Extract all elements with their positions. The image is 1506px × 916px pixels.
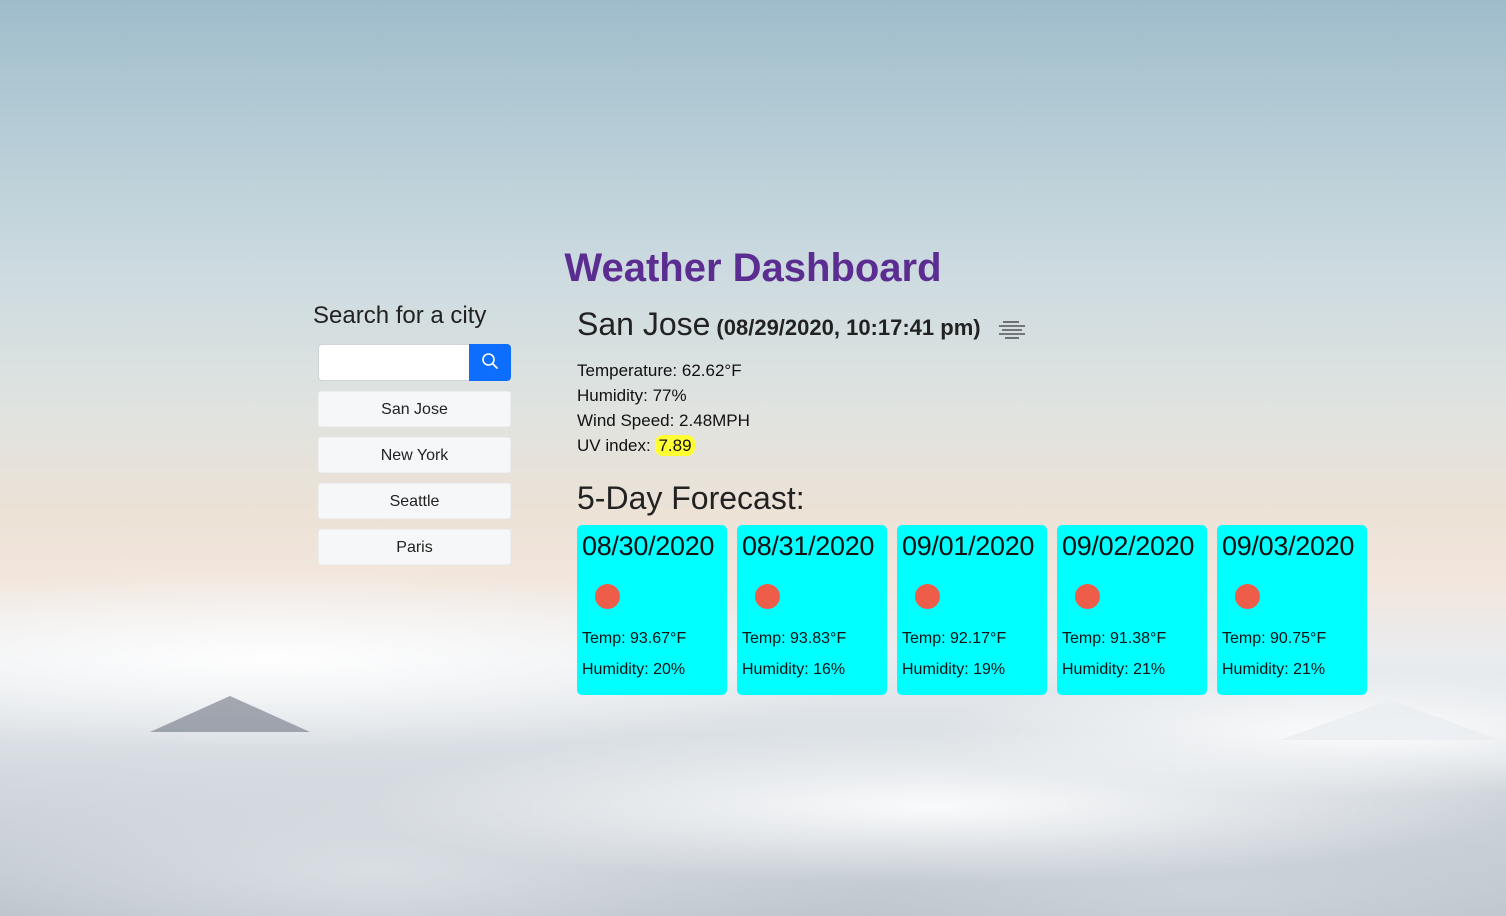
uv-index-label: UV index: bbox=[577, 436, 651, 455]
city-search-input[interactable] bbox=[318, 344, 469, 381]
forecast-temp: Temp: 90.75°F bbox=[1222, 630, 1327, 647]
search-button[interactable] bbox=[469, 344, 511, 381]
current-date: (08/29/2020, 10:17:41 pm) bbox=[716, 315, 981, 340]
forecast-humidity: Humidity: 20% bbox=[582, 661, 686, 678]
search-heading: Search for a city bbox=[313, 302, 487, 329]
mist-icon bbox=[997, 319, 1027, 344]
background-mountain bbox=[150, 696, 310, 732]
current-city-name: San Jose bbox=[577, 306, 711, 342]
temperature-value: Temperature: 62.62°F bbox=[577, 361, 742, 380]
forecast-heading: 5-Day Forecast: bbox=[577, 480, 805, 516]
forecast-temp: Temp: 92.17°F bbox=[902, 630, 1007, 647]
search-history-list: San Jose New York Seattle Paris bbox=[318, 391, 511, 565]
forecast-temp: Temp: 93.67°F bbox=[582, 630, 687, 647]
forecast-card: 08/30/2020 Temp: 93.67°F Humidity: 20% bbox=[577, 525, 727, 695]
forecast-card: 09/03/2020 Temp: 90.75°F Humidity: 21% bbox=[1217, 525, 1367, 695]
forecast-card: 08/31/2020 Temp: 93.83°F Humidity: 16% bbox=[737, 525, 887, 695]
sun-icon bbox=[915, 584, 940, 609]
forecast-cards: 08/30/2020 Temp: 93.67°F Humidity: 20% 0… bbox=[577, 525, 1377, 695]
forecast-temp: Temp: 91.38°F bbox=[1062, 630, 1167, 647]
forecast-date: 08/30/2020 bbox=[582, 531, 715, 561]
current-weather-panel: San Jose (08/29/2020, 10:17:41 pm) Tempe… bbox=[577, 306, 1377, 695]
search-icon bbox=[481, 352, 499, 373]
current-weather-stats: Temperature: 62.62°F Humidity: 77% Wind … bbox=[577, 358, 1377, 458]
sun-icon bbox=[755, 584, 780, 609]
forecast-card: 09/01/2020 Temp: 92.17°F Humidity: 19% bbox=[897, 525, 1047, 695]
search-bar bbox=[318, 344, 511, 381]
history-city-button[interactable]: New York bbox=[318, 437, 511, 473]
forecast-date: 09/02/2020 bbox=[1062, 531, 1195, 561]
history-city-button[interactable]: Seattle bbox=[318, 483, 511, 519]
sun-icon bbox=[595, 584, 620, 609]
forecast-humidity: Humidity: 16% bbox=[742, 661, 846, 678]
sun-icon bbox=[1075, 584, 1100, 609]
forecast-temp: Temp: 93.83°F bbox=[742, 630, 847, 647]
uv-index-badge: 7.89 bbox=[655, 435, 695, 456]
sun-icon bbox=[1235, 584, 1260, 609]
forecast-date: 09/03/2020 bbox=[1222, 531, 1355, 561]
humidity-value: Humidity: 77% bbox=[577, 386, 687, 405]
forecast-humidity: Humidity: 21% bbox=[1062, 661, 1166, 678]
forecast-humidity: Humidity: 21% bbox=[1222, 661, 1326, 678]
search-panel: Search for a city San Jose New York Seat… bbox=[313, 302, 513, 575]
uv-index-row: UV index: 7.89 bbox=[577, 433, 1377, 458]
forecast-humidity: Humidity: 19% bbox=[902, 661, 1006, 678]
forecast-date: 09/01/2020 bbox=[902, 531, 1035, 561]
history-city-button[interactable]: San Jose bbox=[318, 391, 511, 427]
wind-speed-value: Wind Speed: 2.48MPH bbox=[577, 411, 750, 430]
current-weather-header: San Jose (08/29/2020, 10:17:41 pm) bbox=[577, 306, 1377, 348]
forecast-date: 08/31/2020 bbox=[742, 531, 875, 561]
background-mountain bbox=[1280, 700, 1500, 740]
page-title: Weather Dashboard bbox=[564, 246, 942, 290]
forecast-card: 09/02/2020 Temp: 91.38°F Humidity: 21% bbox=[1057, 525, 1207, 695]
history-city-button[interactable]: Paris bbox=[318, 529, 511, 565]
